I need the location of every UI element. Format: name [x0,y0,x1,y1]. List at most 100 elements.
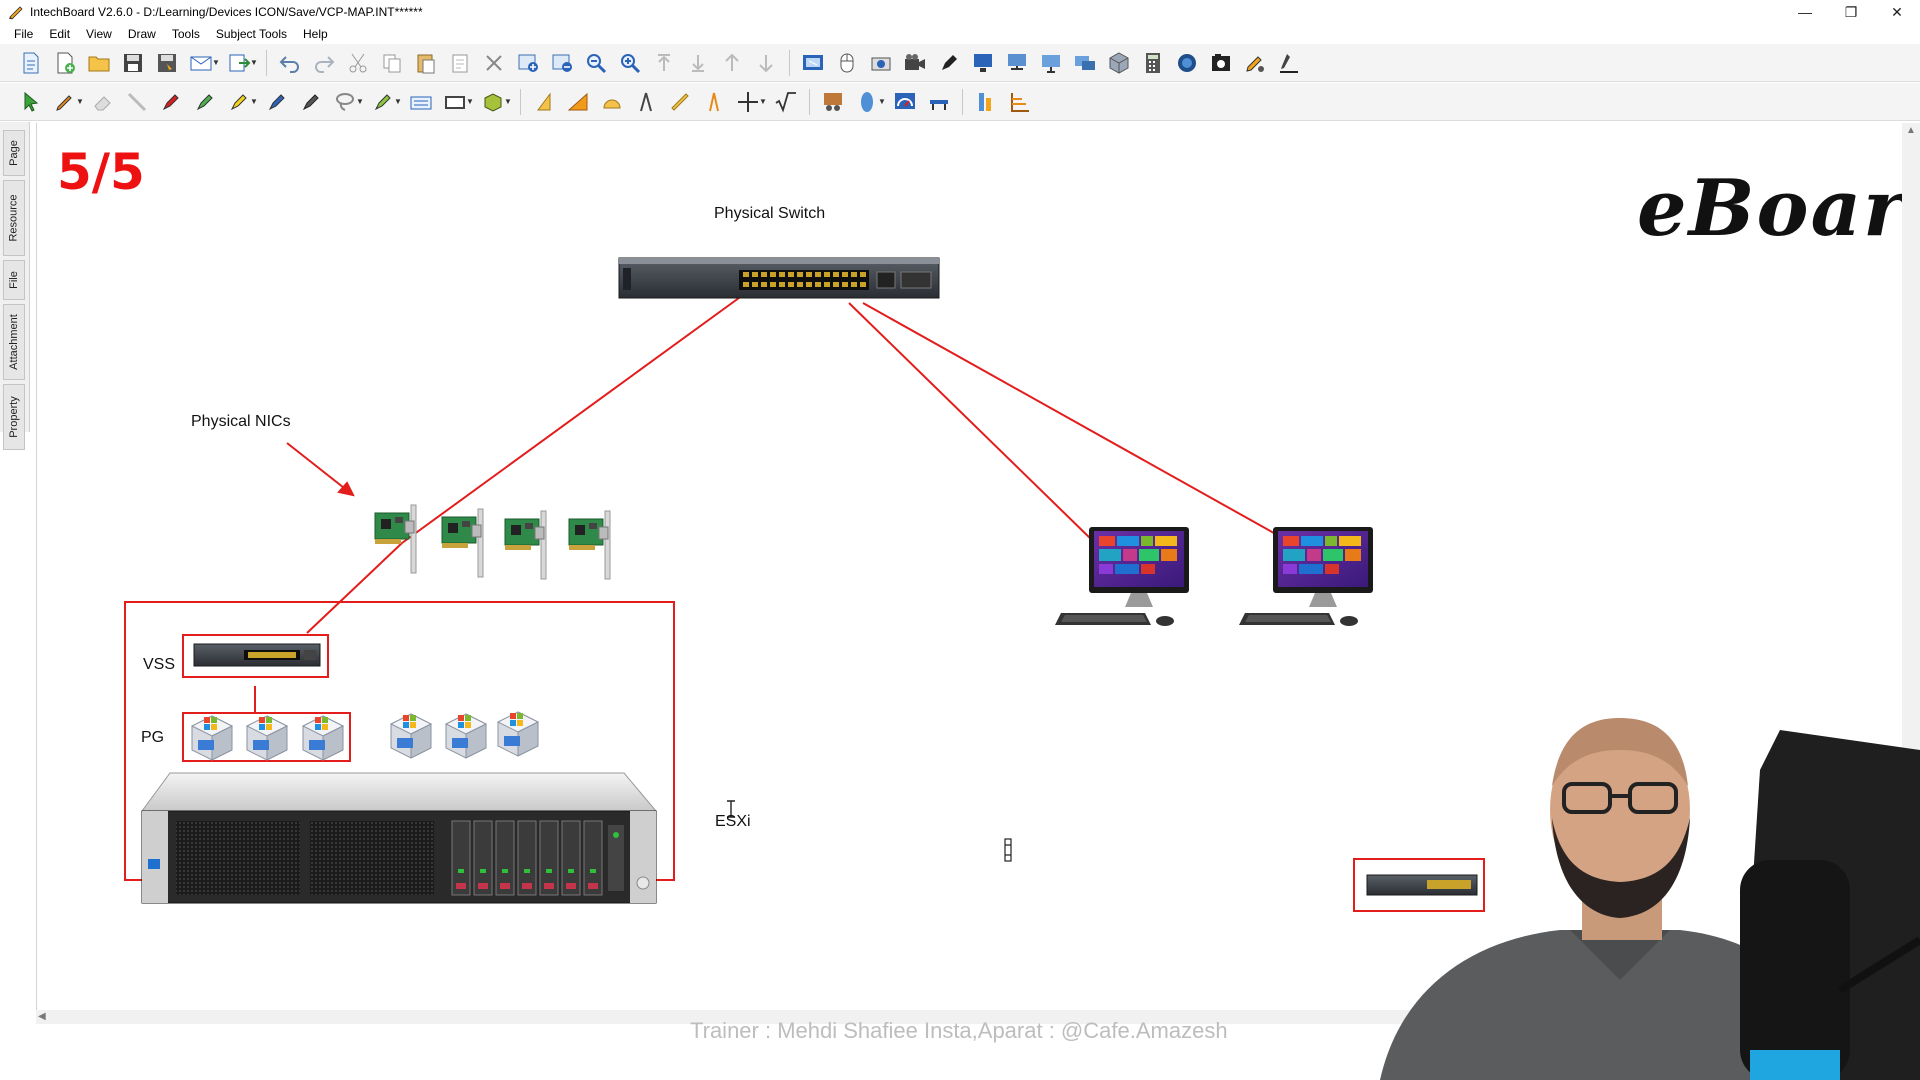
first-page-button[interactable] [647,47,681,79]
set-square-button[interactable] [561,86,595,118]
restore-button[interactable]: ❐ [1828,0,1874,24]
save-button[interactable] [116,47,150,79]
lasso-dropdown-icon[interactable]: ▼ [356,97,366,106]
axis-dropdown-icon[interactable]: ▼ [759,97,769,106]
remote-button[interactable] [1068,47,1102,79]
camera-button[interactable] [864,47,898,79]
rectangle-dropdown-icon[interactable]: ▼ [466,97,476,106]
zoom-out-button[interactable] [579,47,613,79]
globe-button[interactable] [1170,47,1204,79]
tab-file[interactable]: File [3,260,25,300]
tab-attachment[interactable]: Attachment [3,304,25,380]
presentation-button[interactable] [1034,47,1068,79]
nic-card [568,510,611,580]
shape-pen-dropdown-icon[interactable]: ▼ [394,97,404,106]
shape-pen-icon [374,93,391,110]
drawing-toolbar: ▼ ▼ ▼ ▼ ▼ ▼ ▼ ▼ [0,83,1920,121]
monitor-button[interactable] [966,47,1000,79]
menu-view[interactable]: View [78,27,120,41]
menu-file[interactable]: File [6,27,41,41]
scroll-up-icon[interactable]: ▲ [1906,125,1916,136]
open-button[interactable] [82,47,116,79]
previous-page-button[interactable] [715,47,749,79]
undo-button[interactable] [273,47,307,79]
compass-button[interactable] [629,86,663,118]
highlighter-dropdown-icon[interactable]: ▼ [250,97,260,106]
shapes-library-icon [824,92,842,111]
link-nic-to-vss [306,542,403,634]
table-tool-button[interactable] [922,86,956,118]
drawing-compass-button[interactable] [697,86,731,118]
redo-button[interactable] [307,47,341,79]
green-marker-icon [196,93,213,110]
marker-button[interactable] [932,47,966,79]
cube-button[interactable] [1102,47,1136,79]
paste-button[interactable] [409,47,443,79]
menu-edit[interactable]: Edit [41,27,78,41]
green-marker-button[interactable] [188,86,222,118]
scroll-left-icon[interactable]: ◀ [38,1011,46,1022]
minimize-button[interactable]: — [1782,0,1828,24]
video-recorder-button[interactable] [898,47,932,79]
line-pen-icon [127,92,147,111]
photo-button[interactable] [1204,47,1238,79]
ruler-button[interactable] [663,86,697,118]
new-document-button[interactable] [14,47,48,79]
save-as-button[interactable] [150,47,184,79]
vm-cube [390,713,432,759]
cut-button[interactable] [341,47,375,79]
menu-tools[interactable]: Tools [164,27,208,41]
copy-button[interactable] [375,47,409,79]
eraser-tool-button[interactable] [86,86,120,118]
mouse-mode-button[interactable] [830,47,864,79]
insert-page-icon [518,54,538,72]
desk-icon [930,99,948,110]
physical-switch [618,257,940,299]
remove-page-button[interactable] [545,47,579,79]
ellipse-dropdown-icon[interactable]: ▼ [878,97,888,106]
fill-tool-button[interactable] [294,86,328,118]
last-page-button[interactable] [681,47,715,79]
cube-shape-dropdown-icon[interactable]: ▼ [504,97,514,106]
menu-help[interactable]: Help [295,27,336,41]
line-tool-button[interactable] [120,86,154,118]
network-share-button[interactable] [1000,47,1034,79]
window-title: IntechBoard V2.6.0 - D:/Learning/Devices… [30,5,423,19]
delete-button[interactable] [477,47,511,79]
set-square-icon [567,92,588,110]
paste-special-button[interactable] [443,47,477,79]
screen-capture-button[interactable] [796,47,830,79]
menu-draw[interactable]: Draw [120,27,164,41]
calculator-button[interactable] [1136,47,1170,79]
objects-library-button[interactable] [816,86,850,118]
blue-pen-button[interactable] [260,86,294,118]
protractor-button[interactable] [595,86,629,118]
zoom-in-button[interactable] [613,47,647,79]
insert-page-button[interactable] [511,47,545,79]
menu-subject-tools[interactable]: Subject Tools [208,27,295,41]
tab-resource[interactable]: Resource [3,180,25,256]
email-dropdown-icon[interactable]: ▼ [212,58,222,67]
tab-resource-label: Resource [8,194,21,242]
graph-tool-button[interactable] [1003,86,1037,118]
next-page-button[interactable] [749,47,783,79]
tab-property[interactable]: Property [3,384,25,450]
triangle-tool-button[interactable] [527,86,561,118]
pen-settings-icon [1246,55,1264,72]
export-dropdown-icon[interactable]: ▼ [250,58,260,67]
zoom-in-icon [621,53,641,73]
chemistry-tool-button[interactable] [969,86,1003,118]
new-page-button[interactable] [48,47,82,79]
vm-cube [497,711,539,757]
pen-settings-button[interactable] [1238,47,1272,79]
close-button[interactable]: ✕ [1874,0,1920,24]
pen-dropdown-icon[interactable]: ▼ [76,97,86,106]
red-marker-button[interactable] [154,86,188,118]
keyboard-button[interactable] [404,86,438,118]
gauge-button[interactable] [888,86,922,118]
select-tool-button[interactable] [14,86,48,118]
formula-button[interactable] [769,86,803,118]
triangle-ruler-icon [537,92,551,110]
signature-button[interactable] [1272,47,1306,79]
tab-page[interactable]: Page [3,130,25,176]
